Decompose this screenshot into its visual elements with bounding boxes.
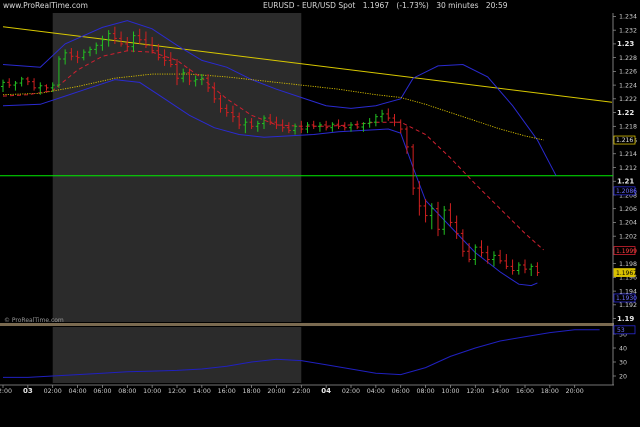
price-bar (330, 122, 335, 132)
x-tick-label: 02:00 (342, 388, 360, 395)
x-tick-label: 18:00 (541, 388, 559, 395)
x-tick-label: 08:00 (118, 388, 136, 395)
price-bar (311, 120, 316, 130)
x-tick-label: 02:00 (44, 388, 62, 395)
price-bar (411, 144, 416, 195)
session-shade-oscillator (52, 327, 302, 383)
y-tick-label: 1.228 (619, 55, 637, 62)
price-bar (535, 262, 540, 276)
oscillator-tick-label: 20 (619, 373, 627, 380)
y-tick-label: 1.202 (619, 233, 637, 240)
y-tick-label: 1.22 (617, 109, 634, 117)
price-bar (305, 122, 310, 134)
price-bar (373, 113, 378, 127)
watermark: © ProRealTime.com (4, 317, 64, 324)
price-bar (392, 113, 397, 127)
price-bar (448, 203, 453, 227)
price-box-label: 1.1930 (616, 295, 637, 302)
price-bar (386, 108, 391, 121)
x-tick-label: 16:00 (218, 388, 236, 395)
y-tick-label: 1.23 (617, 40, 634, 48)
price-chart[interactable]: 1.191.1921.1941.1961.1981.21.2021.2041.2… (0, 0, 640, 427)
price-bar (516, 262, 521, 275)
price-bar (32, 78, 37, 91)
x-tick-label: 04:00 (68, 388, 86, 395)
price-bar (467, 243, 472, 263)
y-tick-label: 1.198 (619, 261, 637, 268)
y-tick-label: 1.234 (619, 14, 637, 21)
price-bar (510, 259, 515, 275)
price-bar (342, 122, 347, 131)
price-bar (25, 76, 30, 86)
price-bar (19, 76, 24, 87)
price-bar (498, 249, 503, 264)
price-bar (429, 203, 434, 230)
oscillator-tick-label: 40 (619, 345, 627, 352)
x-tick-label: 06:00 (93, 388, 111, 395)
x-tick-label: 12:00 (168, 388, 186, 395)
price-bar (436, 201, 440, 237)
x-tick-label: 18:00 (242, 388, 260, 395)
x-tick-label: 20:00 (267, 388, 285, 395)
price-bar (398, 119, 403, 134)
y-tick-label: 1.192 (619, 302, 637, 309)
y-tick-label: 1.206 (619, 206, 637, 213)
y-tick-label: 1.226 (619, 69, 637, 76)
price-bar (324, 120, 329, 131)
price-bar (523, 259, 527, 274)
y-tick-label: 1.218 (619, 124, 637, 131)
panel-divider (0, 323, 614, 326)
price-bar (7, 78, 12, 88)
x-tick-label: 04 (321, 387, 331, 395)
price-box-label: 1.2086 (616, 188, 637, 195)
y-tick-label: 1.224 (619, 82, 637, 89)
price-bar (529, 263, 534, 276)
price-bar (380, 109, 385, 123)
price-bar (1, 79, 5, 92)
chart-background (0, 13, 614, 386)
x-tick-label: 14:00 (491, 388, 509, 395)
x-tick-label: 22:00 (0, 388, 12, 395)
price-bar (13, 80, 18, 91)
y-tick-label: 1.19 (617, 315, 634, 323)
price-bar (460, 229, 465, 257)
price-bar (349, 122, 353, 132)
price-bar (491, 251, 496, 267)
x-tick-label: 06:00 (392, 388, 410, 395)
price-bar (317, 122, 322, 132)
y-tick-label: 1.214 (619, 151, 637, 158)
y-tick-label: 1.204 (619, 220, 637, 227)
price-bar (473, 244, 478, 266)
x-tick-label: 14:00 (193, 388, 211, 395)
x-tick-label: 20:00 (566, 388, 584, 395)
price-bar (336, 119, 341, 130)
x-tick-label: 03 (23, 387, 33, 395)
x-tick-label: 08:00 (416, 388, 434, 395)
x-tick-label: 10:00 (441, 388, 459, 395)
y-tick-label: 1.232 (619, 27, 637, 34)
x-tick-label: 22:00 (292, 388, 310, 395)
oscillator-tick-label: 30 (619, 359, 627, 366)
price-bar (355, 120, 360, 130)
y-tick-label: 1.222 (619, 96, 637, 103)
price-bar (44, 84, 49, 91)
oscillator-box-label: 53 (617, 327, 625, 334)
price-bar (504, 254, 509, 270)
x-tick-label: 16:00 (516, 388, 534, 395)
price-bar (479, 240, 484, 257)
price-box-label: 1.1967 (616, 270, 637, 277)
price-bar (442, 205, 447, 235)
y-tick-label: 1.21 (617, 178, 634, 186)
y-tick-label: 1.212 (619, 165, 637, 172)
x-tick-label: 12:00 (466, 388, 484, 395)
price-bar (404, 126, 409, 154)
x-tick-label: 04:00 (367, 388, 385, 395)
price-box-label: 1.1999 (616, 248, 637, 255)
x-tick-label: 10:00 (143, 388, 161, 395)
price-box-label: 1.216 (616, 137, 633, 144)
price-bar (454, 215, 459, 239)
